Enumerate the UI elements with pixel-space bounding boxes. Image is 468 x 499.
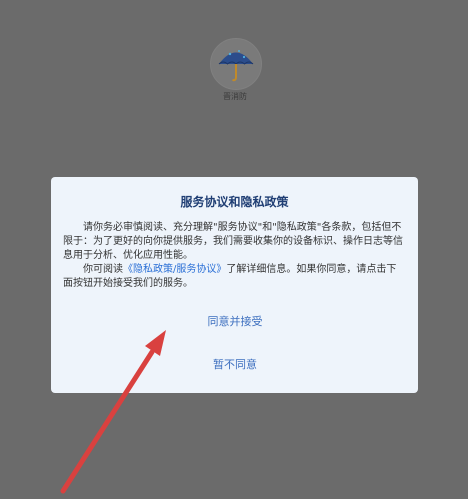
privacy-dialog: 服务协议和隐私政策 请你务必审慎阅读、充分理解"服务协议"和"隐私政策"各条款，… (51, 177, 418, 393)
privacy-policy-link[interactable]: 《隐私政策/服务协议》 (123, 264, 226, 275)
decline-button[interactable]: 暂不同意 (185, 355, 285, 375)
accept-button[interactable]: 同意并接受 (185, 312, 285, 332)
umbrella-icon (218, 50, 254, 82)
app-logo (210, 38, 262, 90)
dialog-paragraph-read: 你可阅读《隐私政策/服务协议》了解详细信息。如果你同意，请点击下面按钮开始接受我… (63, 263, 405, 291)
app-name: 晋消防 (223, 92, 247, 101)
dialog-paragraph-terms: 请你务必审慎阅读、充分理解"服务协议"和"隐私政策"各条款，包括但不限于：为了更… (63, 222, 403, 261)
dialog-body: 请你务必审慎阅读、充分理解"服务协议"和"隐私政策"各条款，包括但不限于：为了更… (63, 221, 405, 291)
read-prefix: 你可阅读 (83, 264, 123, 275)
dialog-title: 服务协议和隐私政策 (180, 195, 289, 209)
